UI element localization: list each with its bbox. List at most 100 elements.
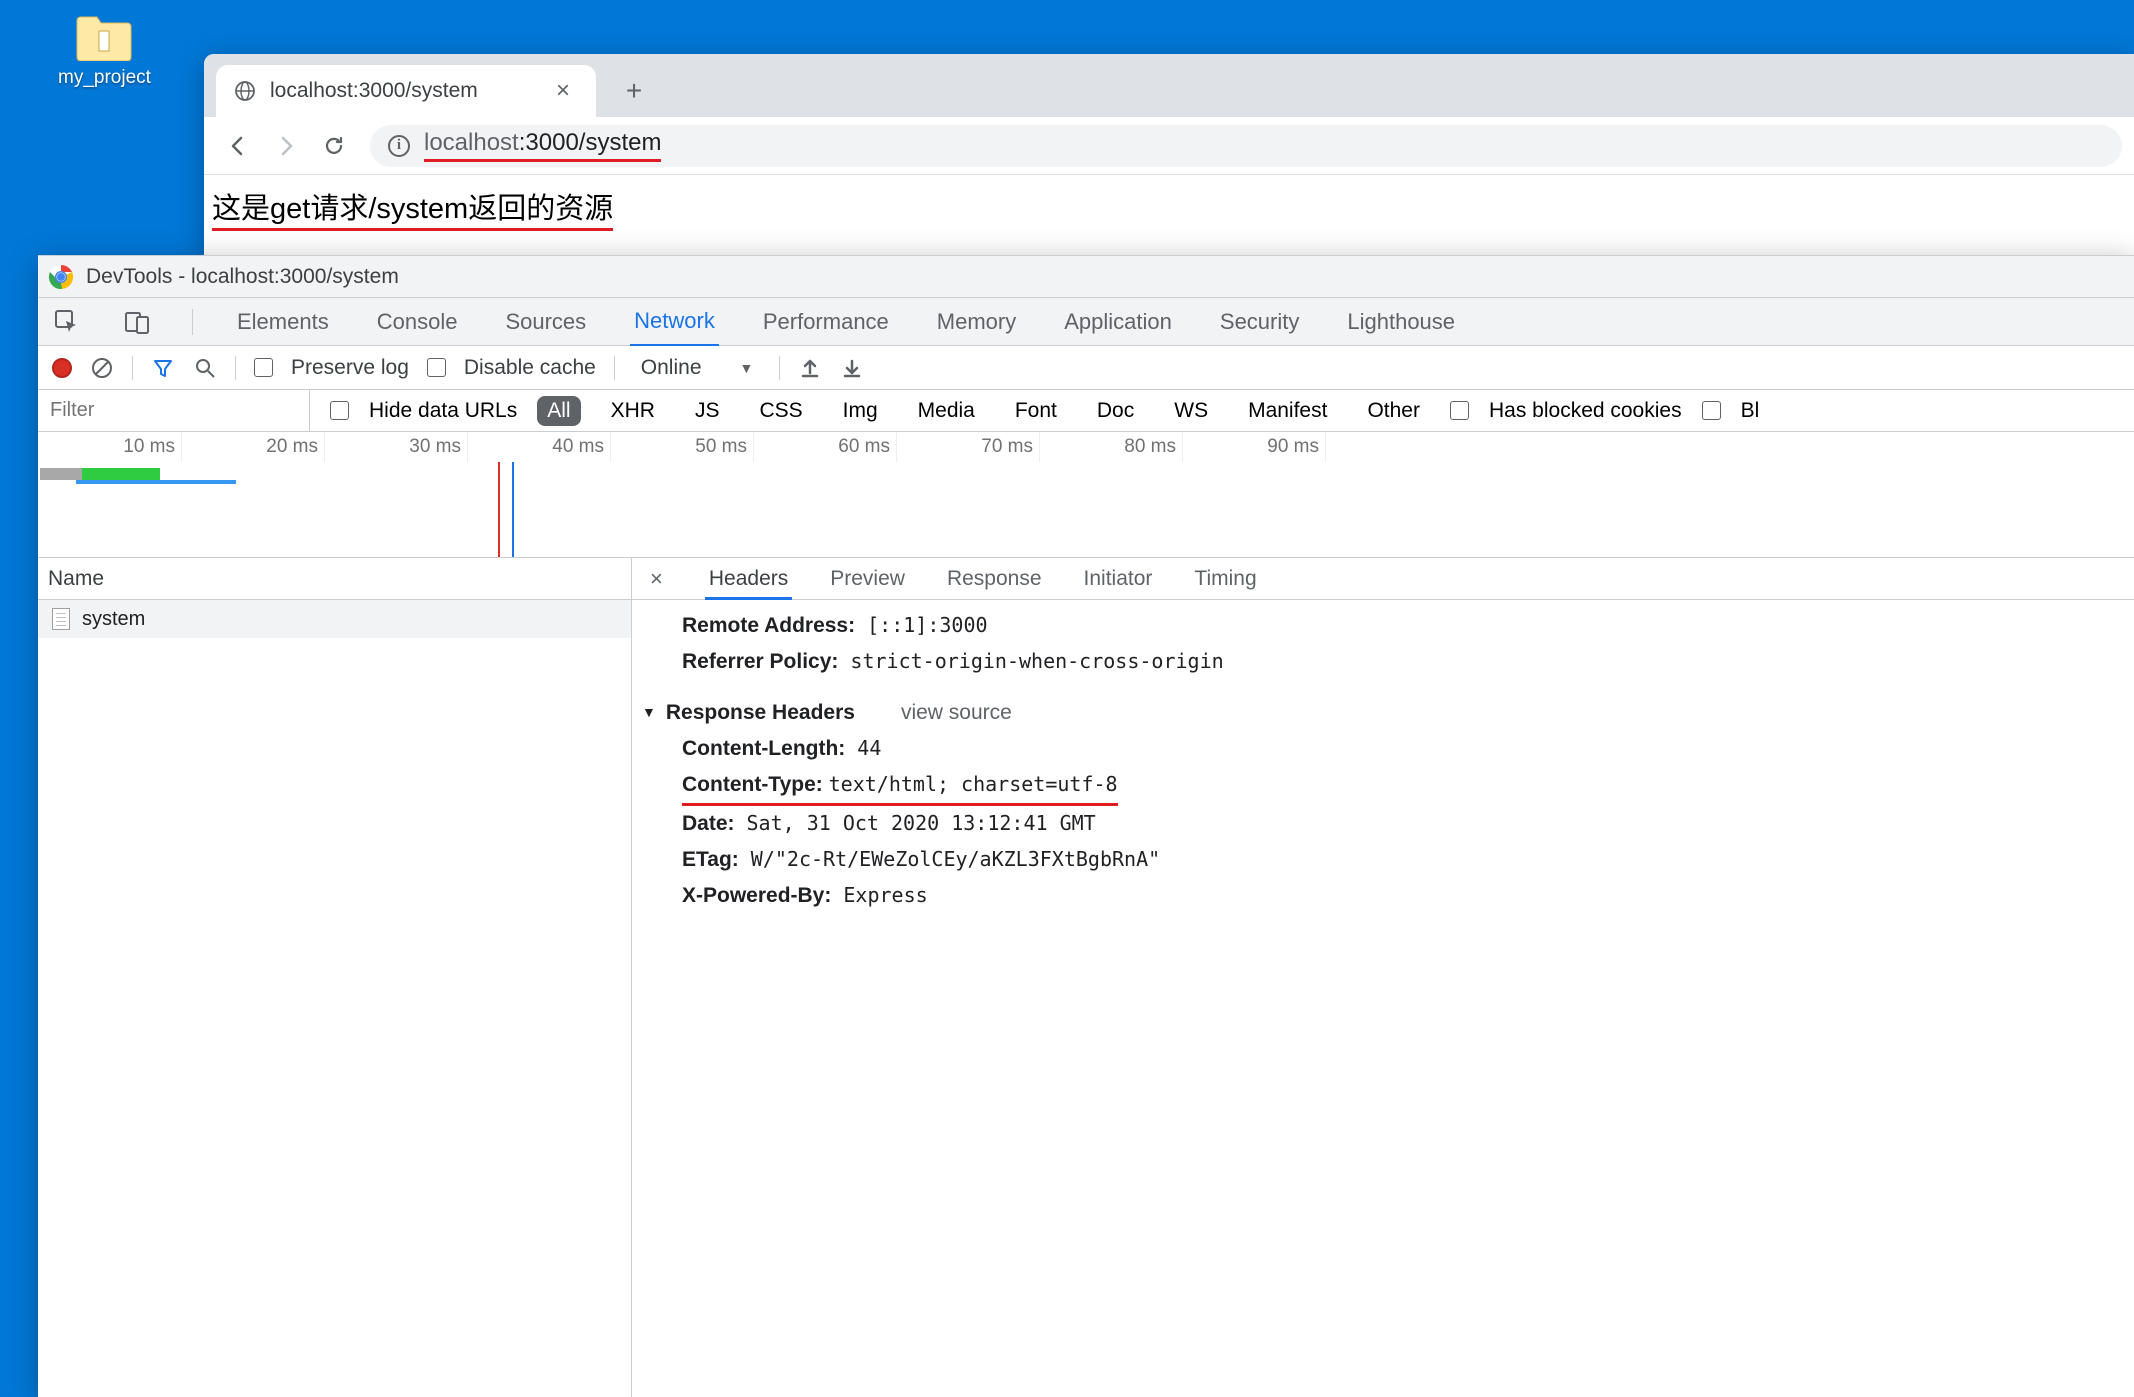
tick: 80 ms <box>1102 436 1182 458</box>
address-bar[interactable]: i localhost:3000/system <box>370 125 2122 167</box>
forward-button[interactable] <box>264 124 308 168</box>
type-ws[interactable]: WS <box>1164 396 1218 426</box>
record-button[interactable] <box>52 358 72 378</box>
folder-label: my_project <box>58 67 151 89</box>
tick: 10 ms <box>101 436 181 458</box>
globe-icon <box>234 80 256 102</box>
domcontentloaded-marker <box>498 462 500 557</box>
timeline[interactable]: 10 ms 20 ms 30 ms 40 ms 50 ms 60 ms 70 m… <box>38 432 2134 558</box>
detail-tabs: × Headers Preview Response Initiator Tim… <box>632 558 2134 600</box>
tab-security[interactable]: Security <box>1216 299 1303 345</box>
tick: 30 ms <box>387 436 467 458</box>
network-controls: Preserve log Disable cache Online ▼ <box>38 346 2134 390</box>
devtools-title: DevTools - localhost:3000/system <box>86 265 399 289</box>
type-other[interactable]: Other <box>1357 396 1430 426</box>
divider <box>192 309 193 335</box>
request-detail-panel: × Headers Preview Response Initiator Tim… <box>632 558 2134 1397</box>
waterfall-bar <box>40 468 82 480</box>
upload-har-icon[interactable] <box>798 356 822 380</box>
hide-data-urls-checkbox[interactable] <box>330 401 349 420</box>
chrome-logo-icon <box>48 264 74 290</box>
detail-tab-preview[interactable]: Preview <box>826 561 909 597</box>
header-remote-address: Remote Address: [::1]:3000 <box>660 608 2106 644</box>
type-font[interactable]: Font <box>1005 396 1067 426</box>
tick: 90 ms <box>1245 436 1325 458</box>
file-icon <box>52 608 70 630</box>
detail-tab-initiator[interactable]: Initiator <box>1080 561 1157 597</box>
browser-tab[interactable]: localhost:3000/system × <box>216 65 596 117</box>
filter-input[interactable] <box>38 390 310 431</box>
response-headers-section[interactable]: ▼ Response Headers view source <box>642 695 2106 731</box>
clear-button[interactable] <box>90 356 114 380</box>
filter-toggle-icon[interactable] <box>151 356 175 380</box>
blocked-requests-label: Bl <box>1741 399 1760 423</box>
tab-strip: localhost:3000/system × + <box>204 54 2134 117</box>
preserve-log-checkbox[interactable] <box>254 358 273 377</box>
address-text: localhost:3000/system <box>424 129 661 162</box>
browser-window: localhost:3000/system × + i localhost:30… <box>204 54 2134 255</box>
tab-network[interactable]: Network <box>630 298 719 347</box>
tab-application[interactable]: Application <box>1060 299 1176 345</box>
type-doc[interactable]: Doc <box>1087 396 1144 426</box>
type-manifest[interactable]: Manifest <box>1238 396 1337 426</box>
tick: 60 ms <box>816 436 896 458</box>
type-css[interactable]: CSS <box>749 396 812 426</box>
tab-performance[interactable]: Performance <box>759 299 893 345</box>
type-all[interactable]: All <box>537 396 580 426</box>
folder-icon <box>75 15 133 61</box>
request-list-panel: Name system <box>38 558 632 1397</box>
devtools-tabs: Elements Console Sources Network Perform… <box>38 298 2134 346</box>
view-source-link[interactable]: view source <box>901 695 1012 731</box>
detail-tab-response[interactable]: Response <box>943 561 1046 597</box>
reload-button[interactable] <box>312 124 356 168</box>
name-column-header[interactable]: Name <box>38 558 631 600</box>
site-info-icon[interactable]: i <box>388 135 410 157</box>
tab-console[interactable]: Console <box>373 299 462 345</box>
device-toggle-icon[interactable] <box>122 307 152 337</box>
blocked-requests-checkbox[interactable] <box>1702 401 1721 420</box>
detail-tab-timing[interactable]: Timing <box>1190 561 1260 597</box>
type-media[interactable]: Media <box>908 396 985 426</box>
search-icon[interactable] <box>193 356 217 380</box>
type-xhr[interactable]: XHR <box>601 396 665 426</box>
tab-memory[interactable]: Memory <box>933 299 1020 345</box>
waterfall-bar <box>82 468 160 480</box>
close-detail-icon[interactable]: × <box>650 566 663 592</box>
devtools-titlebar: DevTools - localhost:3000/system <box>38 256 2134 298</box>
waterfall-bar <box>76 480 236 484</box>
has-blocked-cookies-checkbox[interactable] <box>1450 401 1469 420</box>
request-row[interactable]: system <box>38 600 631 638</box>
devtools-window: DevTools - localhost:3000/system Element… <box>38 255 2134 1397</box>
tick: 70 ms <box>959 436 1039 458</box>
tick: 20 ms <box>244 436 324 458</box>
header-content-type: Content-Type: text/html; charset=utf-8 <box>660 767 2106 807</box>
tab-title: localhost:3000/system <box>270 79 478 103</box>
tab-elements[interactable]: Elements <box>233 299 333 345</box>
chevron-down-icon: ▼ <box>740 360 754 376</box>
type-img[interactable]: Img <box>833 396 888 426</box>
download-har-icon[interactable] <box>840 356 864 380</box>
inspect-icon[interactable] <box>52 307 82 337</box>
filter-row: Hide data URLs All XHR JS CSS Img Media … <box>38 390 2134 432</box>
header-content-length: Content-Length: 44 <box>660 731 2106 767</box>
header-date: Date: Sat, 31 Oct 2020 13:12:41 GMT <box>660 806 2106 842</box>
has-blocked-cookies-label: Has blocked cookies <box>1489 399 1682 423</box>
preserve-log-label: Preserve log <box>291 356 409 380</box>
tick: 50 ms <box>673 436 753 458</box>
disable-cache-label: Disable cache <box>464 356 596 380</box>
throttling-dropdown[interactable]: Online ▼ <box>633 354 762 382</box>
back-button[interactable] <box>216 124 260 168</box>
close-tab-icon[interactable]: × <box>548 73 578 109</box>
disable-cache-checkbox[interactable] <box>427 358 446 377</box>
load-marker <box>512 462 514 557</box>
tab-sources[interactable]: Sources <box>501 299 590 345</box>
request-name: system <box>82 608 145 631</box>
new-tab-button[interactable]: + <box>614 71 654 111</box>
browser-toolbar: i localhost:3000/system <box>204 117 2134 175</box>
type-js[interactable]: JS <box>685 396 730 426</box>
desktop-folder[interactable]: my_project <box>58 15 151 89</box>
tab-lighthouse[interactable]: Lighthouse <box>1343 299 1459 345</box>
header-referrer-policy: Referrer Policy: strict-origin-when-cros… <box>660 644 2106 680</box>
page-content: 这是get请求/system返回的资源 <box>204 175 2134 255</box>
detail-tab-headers[interactable]: Headers <box>705 561 792 600</box>
